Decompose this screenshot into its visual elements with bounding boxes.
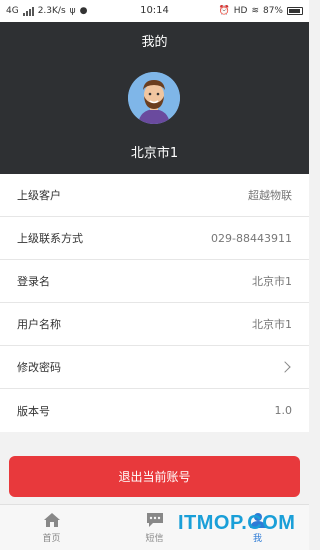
message-icon	[146, 512, 163, 527]
list-item-superior-contact: 上级联系方式 029-88443911	[0, 217, 309, 260]
tab-label: 短信	[145, 533, 164, 544]
list-item-label: 版本号	[17, 404, 50, 418]
tab-home[interactable]: 首页	[0, 505, 103, 550]
header-username: 北京市1	[130, 146, 179, 161]
list-item-label: 用户名称	[17, 318, 61, 331]
page-title: 我的	[141, 35, 168, 50]
list-item-user-name: 用户名称 北京市1	[0, 303, 309, 346]
list-item-label: 上级客户	[17, 189, 61, 202]
list-item-label: 修改密码	[17, 361, 61, 374]
list-item-superior-customer: 上级客户 超越物联	[0, 174, 309, 217]
tab-label: 首页	[42, 533, 61, 544]
list-item-label: 登录名	[17, 275, 50, 288]
avatar-icon	[128, 72, 180, 124]
logout-button[interactable]: 退出当前账号	[9, 456, 300, 497]
list-item-label: 上级联系方式	[17, 232, 83, 245]
profile-header: 我的 北京市1	[0, 22, 309, 174]
list-item-version: 版本号 1.0	[0, 389, 309, 432]
status-time: 10:14	[140, 5, 169, 16]
list-item-login-name: 登录名 北京市1	[0, 260, 309, 303]
list-item-value: 029-88443911	[211, 231, 292, 245]
watermark-logo: ITMOP.COM	[178, 512, 296, 534]
list-item-value: 1.0	[274, 404, 293, 417]
list-item-value: 北京市1	[252, 275, 292, 288]
list-item-value: 北京市1	[252, 318, 292, 331]
list-item-change-password[interactable]: 修改密码	[0, 346, 309, 389]
home-icon	[43, 512, 60, 527]
profile-info-list: 上级客户 超越物联 上级联系方式 029-88443911 登录名 北京市1 用…	[0, 174, 309, 432]
list-item-value: 超越物联	[248, 189, 292, 202]
chevron-right-icon	[279, 361, 291, 373]
status-bar: 4G 2.3K/s ψ ● 10:14 ⏰ HD ≋ 87%	[0, 0, 309, 22]
battery-icon	[287, 7, 303, 15]
avatar[interactable]	[128, 72, 180, 124]
